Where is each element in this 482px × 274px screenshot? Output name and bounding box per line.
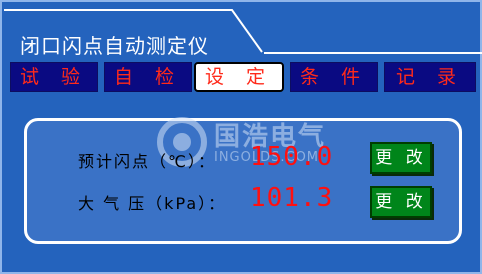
flash-point-label: 预计闪点（℃）：	[78, 152, 216, 171]
tab-self-check[interactable]: 自 检	[104, 62, 192, 92]
change-flash-point-button[interactable]: 更 改	[370, 142, 432, 174]
flash-point-value: 150.0	[250, 142, 334, 172]
pressure-value: 101.3	[250, 183, 334, 213]
tab-records[interactable]: 记 录	[384, 62, 476, 92]
title-underline	[264, 52, 482, 54]
tab-bar: 试 验 自 检 设 定 条 件 记 录	[10, 62, 476, 94]
tab-test[interactable]: 试 验	[10, 62, 98, 92]
pressure-label: 大 气 压（kPa）：	[78, 194, 227, 213]
app-window: 闭口闪点自动测定仪 试 验 自 检 设 定 条 件 记 录 国浩电气 INGOL…	[0, 0, 482, 274]
window-title: 闭口闪点自动测定仪	[20, 34, 209, 58]
title-bar: 闭口闪点自动测定仪	[4, 4, 266, 58]
change-pressure-button[interactable]: 更 改	[370, 186, 432, 218]
tab-conditions[interactable]: 条 件	[290, 62, 378, 92]
settings-panel	[24, 118, 462, 244]
tab-settings[interactable]: 设 定	[194, 62, 284, 92]
